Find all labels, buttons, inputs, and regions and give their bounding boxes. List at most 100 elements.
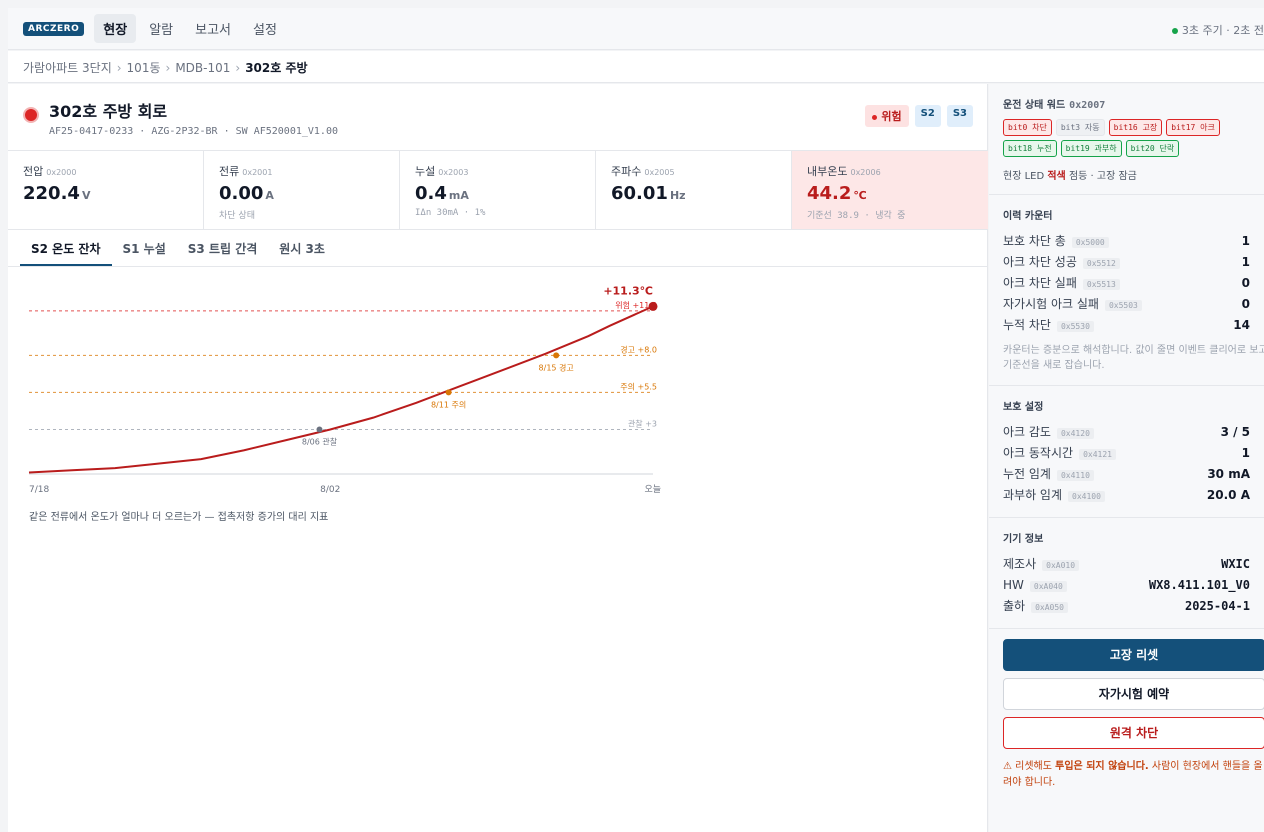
nav-reports[interactable]: 보고서 — [186, 14, 240, 43]
row-value: 0 — [1241, 275, 1250, 290]
metric-unit: ℃ — [853, 189, 867, 202]
metric-addr: 0x2003 — [438, 168, 469, 177]
led-prefix: 현장 LED — [1003, 171, 1045, 182]
metric-value: 60.01 — [611, 183, 668, 204]
remote-trip-button[interactable]: 원격 차단 — [1003, 717, 1264, 749]
row-label: 아크 동작시간 — [1003, 446, 1074, 460]
row-value: 1 — [1241, 254, 1250, 269]
status-bit: bit0 차단 — [1003, 119, 1052, 136]
section-title: 기기 정보 — [1003, 534, 1044, 545]
row-label: 과부하 임계 — [1003, 488, 1063, 502]
status-bit: bit3 자동 — [1055, 119, 1105, 136]
status-word-section: 운전 상태 워드 0x2007 bit0 차단 bit3 자동 bit16 고장 bit… — [989, 84, 1264, 195]
metric-voltage: 전압 0x2000 220.4 V — [8, 151, 204, 229]
nav-site[interactable]: 현장 — [94, 14, 137, 43]
tab-leakage[interactable]: S1 누설 — [112, 230, 177, 266]
main-panel: 302호 주방 회로 AF25-0417-0233 · AZG-2P32-BR … — [8, 84, 988, 832]
refresh-text: 3초 주기 · 2초 전 — [1181, 24, 1264, 37]
row-value: 1 — [1241, 445, 1250, 460]
row-label: 누전 임계 — [1003, 467, 1051, 481]
nav-settings[interactable]: 설정 — [244, 14, 286, 43]
kv-row: 출하 0xA050 2025-04-1 — [1003, 595, 1250, 616]
status-bit: bit18 누전 — [1003, 140, 1057, 157]
metric-value: 0.4 — [415, 183, 447, 204]
section-title: 보호 설정 — [1003, 402, 1044, 413]
row-label: 아크 차단 성공 — [1003, 255, 1077, 269]
selftest-schedule-button[interactable]: 자가시험 예약 — [1003, 678, 1264, 710]
fault-reset-button[interactable]: 고장 리셋 — [1003, 639, 1264, 671]
metric-unit: V — [81, 189, 91, 202]
tag-s3: S3 — [946, 105, 973, 127]
status-bit: bit16 고장 — [1108, 119, 1163, 136]
row-addr: 0x4100 — [1068, 491, 1105, 502]
section-addr: 0x2007 — [1069, 100, 1106, 111]
counter-rows: 보호 차단 총 0x5000 1 아크 차단 성공 0x5512 1 아크 차단 실패 0x5… — [1003, 230, 1250, 335]
protection-rows: 아크 감도 0x4120 3 / 5 아크 동작시간 0x4121 1 누전 임계 0x411… — [1003, 421, 1250, 505]
chevron-right-icon: › — [235, 61, 241, 75]
warning-prefix: ⚠ 리셋해도 — [1003, 761, 1052, 772]
kv-row: 제조사 0xA010 WXIC — [1003, 553, 1250, 574]
device-rows: 제조사 0xA010 WXIC HW 0xA040 WX8.411.101_V0 출하 0xA… — [1003, 553, 1250, 616]
threshold-label: 주의 +5.5 — [620, 381, 657, 391]
annotation-point — [316, 426, 323, 433]
series-line — [28, 305, 654, 474]
row-addr: 0x5513 — [1082, 279, 1120, 290]
circuit-header: 302호 주방 회로 AF25-0417-0233 · AZG-2P32-BR … — [23, 98, 338, 137]
threshold-label: 경고 +8.0 — [620, 344, 657, 354]
metric-label: 전류 — [219, 165, 240, 178]
row-addr: 0xA010 — [1042, 560, 1080, 571]
tab-temp-residual[interactable]: S2 온도 잔차 — [20, 230, 112, 266]
metric-addr: 0x2000 — [46, 168, 77, 177]
kv-row: 아크 동작시간 0x4121 1 — [1003, 442, 1250, 463]
row-addr: 0xA040 — [1029, 580, 1067, 592]
kv-row: 누전 임계 0x4110 30 mA — [1003, 463, 1250, 484]
metric-label: 누설 — [415, 165, 436, 178]
metrics-row: 전압 0x2000 220.4 V 전류 0x2001 0.00 A 차단 상태 누설 0… — [8, 150, 988, 230]
metric-label: 전압 — [23, 165, 44, 178]
row-value: 1 — [1241, 233, 1250, 248]
warning-bold: 투입은 되지 않습니다. — [1055, 761, 1149, 772]
status-badge-label: 위험 — [881, 110, 902, 123]
tag-s2: S2 — [914, 105, 941, 127]
kv-row: 아크 차단 실패 0x5513 0 — [1003, 272, 1250, 293]
annotation-label: 8/11 주의 — [431, 399, 466, 409]
tab-raw[interactable]: 원시 3초 — [268, 230, 336, 266]
temp-residual-chart: 위험 +11.0경고 +8.0주의 +5.5관찰 +37/18 8/02 오늘8/0… — [28, 284, 661, 495]
chart-caption: 같은 전류에서 온도가 얼마나 더 오르는가 — 접촉저항 증가의 대리 지표 — [29, 512, 329, 523]
metric-label: 주파수 — [611, 165, 642, 178]
annotation-point — [445, 389, 452, 396]
row-addr: 0x4120 — [1056, 428, 1094, 439]
kv-row: 아크 감도 0x4120 3 / 5 — [1003, 421, 1250, 442]
metric-internal-temp: 내부온도 0x2006 44.2 ℃ 기준선 38.9 · 냉각 중 — [792, 151, 988, 229]
chart-tabs: S2 온도 잔차 S1 누설 S3 트립 간격 원시 3초 — [20, 230, 336, 266]
x-tick-label: 7/18 — [29, 485, 49, 495]
row-label: 출하 — [1003, 599, 1026, 613]
metric-current: 전류 0x2001 0.00 A 차단 상태 — [204, 151, 400, 229]
crumb-panel[interactable]: MDB-101 — [175, 61, 230, 75]
row-label: HW — [1003, 577, 1024, 592]
page-title: 302호 주방 회로 — [49, 102, 168, 121]
chevron-right-icon: › — [165, 61, 171, 75]
counters-section: 이력 카운터 보호 차단 총 0x5000 1 아크 차단 성공 0x5512 1 아크 차… — [989, 195, 1264, 386]
row-addr: 0x4110 — [1056, 470, 1094, 481]
status-record-icon — [23, 107, 39, 123]
row-value: 2025-04-1 — [1184, 598, 1250, 613]
row-value: 3 / 5 — [1220, 424, 1250, 439]
refresh-status: 3초 주기 · 2초 전 — [1171, 22, 1264, 38]
top-bar: ARCZERO 현장 알람 보고서 설정 3초 주기 · 2초 전 — [8, 8, 1264, 50]
kv-row: 누적 차단 0x5530 14 — [1003, 314, 1250, 335]
metric-note: 기준선 38.9 · 냉각 중 — [807, 211, 906, 221]
row-label: 제조사 — [1003, 557, 1037, 571]
crumb-complex[interactable]: 가람아파트 3단지 — [23, 61, 112, 75]
annotation-label: 8/06 관찰 — [302, 437, 338, 447]
reset-warning: ⚠ 리셋해도 투입은 되지 않습니다. 사람이 현장에서 핸들을 올려야 합니다… — [1003, 759, 1264, 790]
crumb-building[interactable]: 101동 — [127, 61, 161, 75]
tab-trip-interval[interactable]: S3 트립 간격 — [177, 230, 269, 266]
metric-addr: 0x2006 — [850, 168, 881, 177]
current-value-label: +11.3℃ — [603, 284, 653, 297]
annotation-point — [553, 352, 560, 359]
row-label: 자가시험 아크 실패 — [1003, 297, 1099, 311]
annotation-label: 8/15 경고 — [539, 362, 574, 372]
row-value: WX8.411.101_V0 — [1148, 577, 1250, 592]
nav-alarms[interactable]: 알람 — [140, 14, 182, 43]
